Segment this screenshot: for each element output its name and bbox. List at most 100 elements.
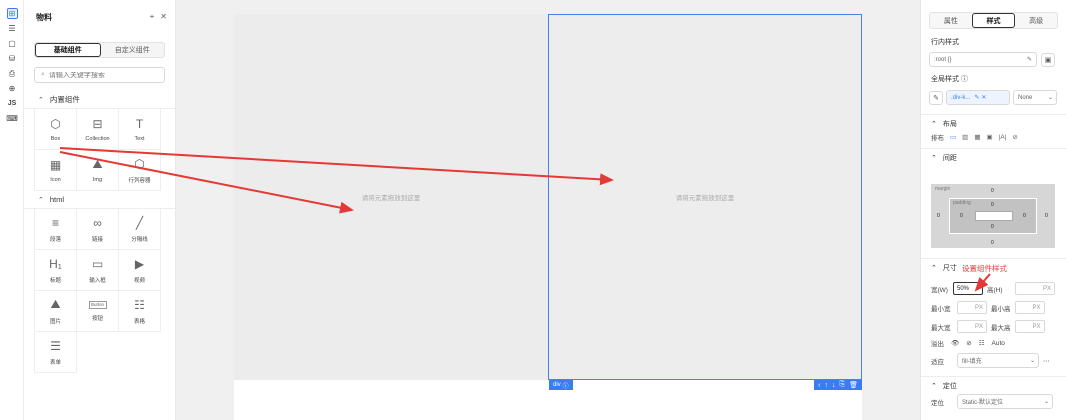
min-height-input[interactable]: PX [1014,301,1045,314]
inline-style-field[interactable]: :root {} ✎ [929,52,1037,67]
section-header[interactable]: ⌃ html [24,191,175,209]
outline-icon[interactable]: ☰ [0,21,24,36]
copy-icon[interactable]: ⎘ [840,381,846,389]
edit-icon[interactable]: ✎ [1027,56,1032,63]
margin-bottom[interactable]: 0 [991,240,994,246]
width-input[interactable]: 50% [953,282,983,295]
back-icon[interactable]: ‹ [818,382,820,389]
global-class-chip[interactable]: .div-k... ✎ ✕ [946,90,1010,105]
pin-icon[interactable]: ⌖ [150,12,155,22]
edit-global-icon[interactable]: ✎ [929,90,943,105]
image-icon: ⛰ [92,157,103,171]
component-label: 视频 [133,277,145,284]
help-icon[interactable]: ⓘ [961,76,968,83]
add-icon-glyph: ⊞ [6,8,18,19]
code-icon[interactable]: ▣ [1041,52,1055,67]
margin-right[interactable]: 0 [1045,213,1048,219]
selected-element-tag[interactable]: div ⓘ [549,380,573,390]
tab-basic-components[interactable]: 基础组件 [35,43,101,57]
position-select[interactable]: Static-默认定位 ⌄ [957,394,1053,409]
layout-section[interactable]: ⌃ 布局 [921,114,1066,132]
max-height-input[interactable]: PX [1014,320,1045,333]
component-item[interactable]: T Text [119,109,161,150]
hidden-eye-icon[interactable]: ⊘ [966,339,971,347]
close-icon[interactable]: ✕ [160,12,167,22]
component-item[interactable]: ☰ 表单 [35,332,77,373]
component-item[interactable]: ▦ Icon [35,150,77,191]
component-item[interactable]: ⬡ Box [35,109,77,150]
padding-bottom[interactable]: 0 [991,224,994,230]
js-icon[interactable]: JS [0,96,24,111]
margin-left[interactable]: 0 [937,213,940,219]
component-item[interactable]: Button 按钮 [77,291,119,332]
delete-icon[interactable]: 🗑 [849,381,858,389]
inline-icon[interactable]: |A| [999,134,1007,141]
width-label: 宽(W) [931,286,948,294]
tab-advanced[interactable]: 高级 [1015,13,1057,28]
drop-zone-right-selected[interactable]: 请将元素拖放到这里 [548,14,862,380]
component-item[interactable]: ⛰ 图片 [35,291,77,332]
grid-icon[interactable]: ▦ [974,133,980,141]
fit-select[interactable]: fill-填充 ⌄ [957,353,1039,368]
add-icon[interactable]: ⊞ [0,6,24,21]
inline-style-value: :root {} [934,56,952,63]
visible-icon[interactable]: 👁 [951,339,959,347]
component-item[interactable]: ≡ 段落 [35,209,77,250]
component-item[interactable]: ⬡ 行列容器 [119,150,161,191]
inline-block-icon[interactable]: ▣ [986,133,992,141]
component-item[interactable]: ╱ 分隔线 [119,209,161,250]
left-rail: ⊞ ☰ ▢ ⛁ ⎙ ⊕ JS ⌨ [0,0,24,420]
chip-close-icon[interactable]: ✕ [981,94,986,101]
scroll-icon[interactable]: ☷ [979,339,985,347]
padding-right[interactable]: 0 [1023,213,1026,219]
min-width-input[interactable]: PX [957,301,987,314]
section-header[interactable]: ⌃ 内置组件 [24,91,175,109]
hidden-icon[interactable]: ⊘ [1012,133,1017,141]
panel-header: 物料 ⌖ ✕ [24,0,175,34]
design-canvas: 请将元素拖放到这里 请将元素拖放到这里 div ⓘ ‹ ↑ ↓ ⎘ 🗑 [176,0,920,420]
component-item[interactable]: ▶ 视频 [119,250,161,291]
chevron-up-icon: ⌃ [931,154,937,162]
database-icon[interactable]: ⛁ [0,51,24,66]
move-up-icon[interactable]: ↑ [825,382,829,389]
drop-zone-left[interactable]: 请将元素拖放到这里 [234,14,548,380]
margin-top[interactable]: 0 [991,188,994,194]
spacing-section[interactable]: ⌃ 间距 [921,148,1066,166]
global-none-select[interactable]: None ⌄ [1013,90,1057,105]
block-layout-icon[interactable]: ▭ [950,133,956,141]
component-item[interactable]: ⊟ Collection [77,109,119,150]
padding-left[interactable]: 0 [960,213,963,219]
tab-style[interactable]: 样式 [971,13,1016,28]
component-label: 表格 [133,318,145,325]
globe-icon[interactable]: ⊕ [0,81,24,96]
chevron-up-icon: ⌃ [931,382,937,390]
chip-edit-icon[interactable]: ✎ [974,94,979,101]
move-down-icon[interactable]: ↓ [832,382,836,389]
chevron-down-icon: ⌄ [1029,358,1035,364]
tab-custom-components[interactable]: 自定义组件 [101,43,165,57]
component-label: 图片 [49,318,61,325]
component-label: Icon [50,176,61,183]
padding-top[interactable]: 0 [991,202,994,208]
tab-attributes[interactable]: 属性 [930,13,972,28]
flex-row-icon[interactable]: ▥ [962,133,968,141]
component-label: 段落 [49,236,61,243]
component-item[interactable]: H₁ 标题 [35,250,77,291]
search-input[interactable] [48,71,159,79]
component-item[interactable]: ☷ 表格 [119,291,161,332]
page-icon[interactable]: ▢ [0,36,24,51]
overflow-auto[interactable]: Auto [992,340,1005,347]
section-title: 内置组件 [49,95,80,104]
component-item[interactable]: ⛰ Img [77,150,119,191]
component-item[interactable]: ∞ 链接 [77,209,119,250]
keyboard-icon[interactable]: ⌨ [0,111,24,126]
max-width-input[interactable]: PX [957,320,987,333]
stage-footer [234,380,862,420]
element-toolbar: ‹ ↑ ↓ ⎘ 🗑 [814,380,862,390]
box-model-editor[interactable]: margin 0 0 0 0 padding 0 0 0 0 [931,184,1055,248]
height-input[interactable]: PX [1015,282,1055,295]
component-item[interactable]: ▭ 输入框 [77,250,119,291]
position-section[interactable]: ⌃ 定位 [921,376,1066,394]
more-icon[interactable]: ⋯ [1043,357,1050,365]
print-icon[interactable]: ⎙ [0,66,24,81]
